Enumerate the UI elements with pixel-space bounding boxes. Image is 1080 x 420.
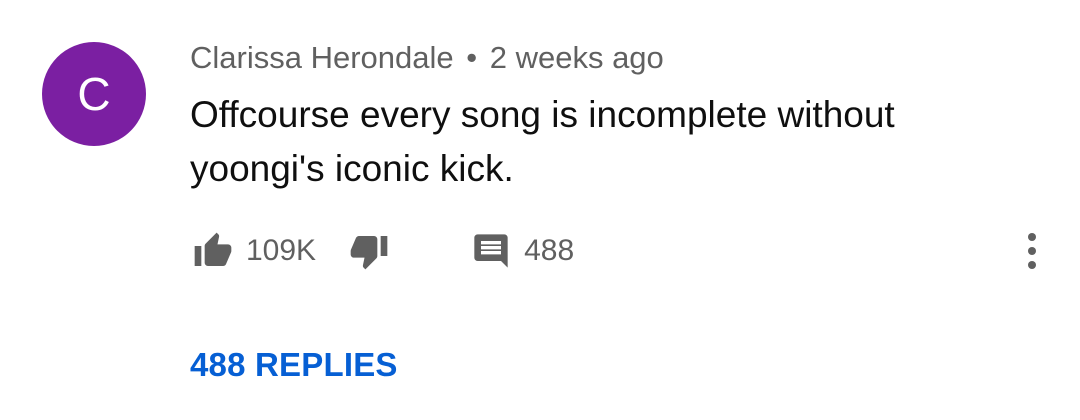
comment-actions: 109K 488 xyxy=(190,226,574,276)
comment-text: Offcourse every song is incomplete witho… xyxy=(190,94,895,189)
view-replies-button[interactable]: 488 REPLIES xyxy=(190,346,398,384)
author-name[interactable]: Clarissa Herondale xyxy=(190,40,454,75)
more-vertical-icon[interactable] xyxy=(1012,228,1052,274)
comment-timestamp[interactable]: 2 weeks ago xyxy=(490,40,664,75)
thumbs-up-icon[interactable] xyxy=(190,228,236,274)
avatar[interactable]: C xyxy=(42,42,146,146)
reply-group[interactable]: 488 xyxy=(468,228,574,274)
comment-meta: Clarissa Herondale • 2 weeks ago xyxy=(190,40,664,76)
comment-icon[interactable] xyxy=(468,228,514,274)
thumbs-down-icon[interactable] xyxy=(346,228,392,274)
meta-separator: • xyxy=(466,40,478,75)
reply-count: 488 xyxy=(524,234,575,267)
like-group: 109K xyxy=(190,228,316,274)
avatar-letter: C xyxy=(77,68,111,120)
like-count: 109K xyxy=(246,234,317,267)
